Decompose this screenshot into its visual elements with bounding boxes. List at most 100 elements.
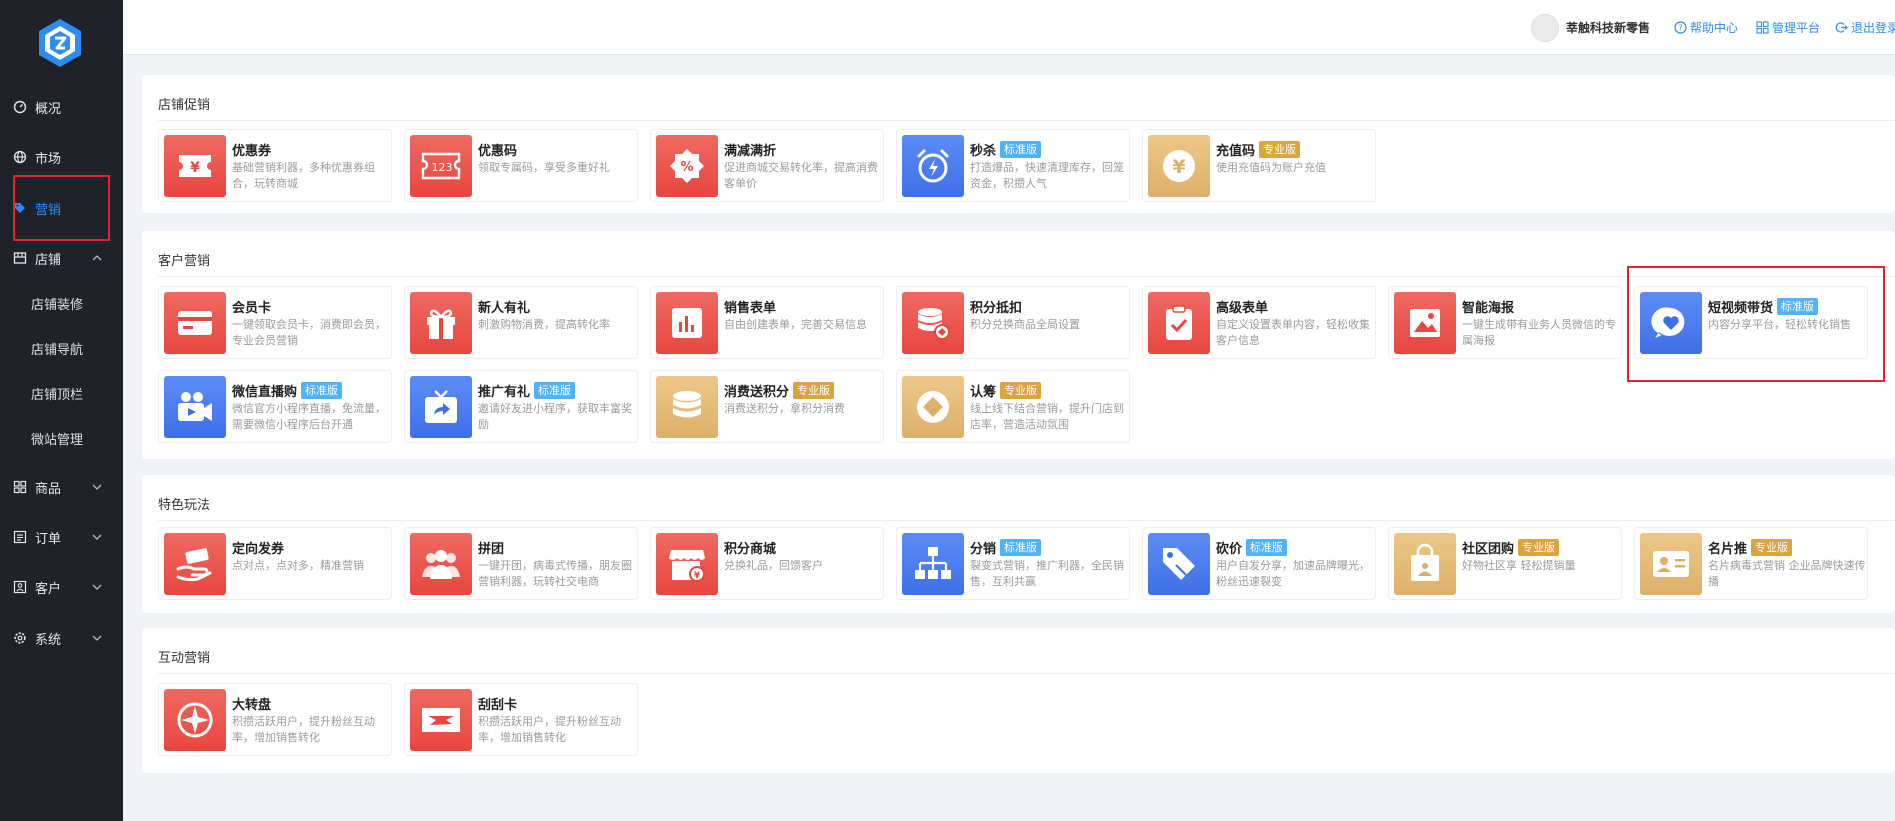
logo[interactable] (34, 17, 86, 69)
card-name: 优惠券 (232, 144, 272, 159)
card-advanced-form[interactable]: 高级表单 自定义设置表单内容，轻松收集客户信息 (1142, 286, 1376, 359)
code-ticket-icon: 123 (410, 135, 472, 197)
sidebar: 概况 市场 营销 店铺 店铺装修 店铺导航 店铺顶栏 微站管理 商品 订单 客户… (0, 0, 123, 821)
card-name: 拼团 (478, 542, 505, 557)
sidebar-item-customers[interactable]: 客户 (0, 572, 123, 602)
card-lucky-wheel[interactable]: 大转盘 积攒活跃用户，提升粉丝互动率，增加销售转化 (158, 683, 392, 756)
card-desc: 基础营销利器，多种优惠券组合，玩转商城 (232, 161, 375, 190)
card-group-buy[interactable]: 拼团 一键开团，病毒式传播，朋友圈营销利器，玩转社交电商 (404, 527, 638, 600)
card-name: 新人有礼 (478, 301, 531, 316)
sidebar-subitem-microsite[interactable]: 微站管理 (0, 425, 123, 451)
admin-platform-link[interactable]: 管理平台 (1756, 19, 1820, 36)
card-wechat-live[interactable]: 微信直播购 标准版 微信官方小程序直播，免流量，需要微信小程序后台开通 (158, 370, 392, 443)
svg-text:?: ? (1678, 24, 1682, 33)
globe-icon (13, 150, 27, 164)
sidebar-item-store[interactable]: 店铺 (0, 243, 123, 273)
badge-pro: 专业版 (1259, 141, 1301, 158)
card-distribution[interactable]: 分销 标准版 裂变式营销，推广利器，全民销售，互利共赢 (896, 527, 1130, 600)
card-name: 微信直播购 标准版 (232, 381, 343, 400)
sidebar-item-overview[interactable]: 概况 (0, 92, 123, 122)
video-camera-icon (164, 376, 226, 438)
card-spend-get-points[interactable]: 消费送积分 专业版 消费送积分，拿积分消费 (650, 370, 884, 443)
section-customer-marketing: 客户营销 会员卡 一键领取会员卡，消费即会员，专业会员营销 新人有礼 刺激购物消… (142, 231, 1895, 459)
sidebar-item-label: 店铺 (35, 252, 62, 268)
card-sales-form[interactable]: 销售表单 自由创建表单，完善交易信息 (650, 286, 884, 359)
store-icon (13, 251, 27, 265)
card-crowdfunding[interactable]: 认筹 专业版 线上线下结合营销，提升门店到店率，营造活动氛围 (896, 370, 1130, 443)
ticket-icon: ¥ (164, 135, 226, 197)
bag-icon (1394, 533, 1456, 595)
sidebar-subitem-store-decoration[interactable]: 店铺装修 (0, 290, 123, 316)
card-name: 定向发券 (232, 542, 285, 557)
card-points-mall[interactable]: ¥ 积分商城 兑换礼品，回馈客户 (650, 527, 884, 600)
card-name: 消费送积分 专业版 (724, 381, 835, 400)
user-icon (13, 580, 27, 594)
section-store-promotion: 店铺促销 ¥ 优惠券 基础营销利器，多种优惠券组合，玩转商城 123 优惠码 领… (142, 75, 1895, 213)
card-recharge-code[interactable]: ¥ 充值码 专业版 使用充值码为账户充值 (1142, 129, 1376, 202)
card-name: 分销 标准版 (970, 538, 1042, 557)
logo-icon (39, 19, 81, 67)
chevron-down-icon (91, 632, 103, 644)
card-desc: 线上线下结合营销，提升门店到店率，营造活动氛围 (970, 402, 1124, 431)
group-icon (410, 533, 472, 595)
card-name: 高级表单 (1216, 301, 1269, 316)
sidebar-item-label: 营销 (35, 202, 62, 218)
price-tag-icon (1148, 533, 1210, 595)
sidebar-item-marketing[interactable]: 营销 (0, 193, 123, 223)
card-desc: 积攒活跃用户，提升粉丝互动率，增加销售转化 (478, 715, 621, 744)
card-name: 充值码 专业版 (1216, 140, 1301, 159)
badge-standard: 标准版 (534, 382, 576, 399)
card-membership-card[interactable]: 会员卡 一键领取会员卡，消费即会员，专业会员营销 (158, 286, 392, 359)
card-flash-sale[interactable]: 秒杀 标准版 打造爆品，快速清理库存，回笼资金，积攒人气 (896, 129, 1130, 202)
sidebar-subitem-store-topbar[interactable]: 店铺顶栏 (0, 380, 123, 406)
sidebar-item-orders[interactable]: 订单 (0, 522, 123, 552)
card-coupon-code[interactable]: 123 优惠码 领取专属码，享受多重好礼 (404, 129, 638, 202)
help-center-link[interactable]: ? 帮助中心 (1674, 19, 1738, 36)
svg-text:123: 123 (432, 161, 453, 174)
gift-icon (410, 292, 472, 354)
card-desc: 用户自发分享，加速品牌曝光，粉丝迅速裂变 (1216, 559, 1370, 588)
yen-coin-icon: ¥ (1148, 135, 1210, 197)
card-name: 社区团购 专业版 (1462, 538, 1560, 557)
sidebar-item-products[interactable]: 商品 (0, 472, 123, 502)
card-community-group-buy[interactable]: 社区团购 专业版 好物社区享 轻松提销量 (1388, 527, 1622, 600)
card-desc: 一键开团，病毒式传播，朋友圈营销利器，玩转社交电商 (478, 559, 632, 588)
card-bargain[interactable]: 砍价 标准版 用户自发分享，加速品牌曝光，粉丝迅速裂变 (1142, 527, 1376, 600)
badge-standard: 标准版 (1000, 141, 1042, 158)
card-coupon[interactable]: ¥ 优惠券 基础营销利器，多种优惠券组合，玩转商城 (158, 129, 392, 202)
card-smart-poster[interactable]: 智能海报 一键生成带有业务人员微信的专属海报 (1388, 286, 1622, 359)
badge-standard: 标准版 (1777, 298, 1819, 315)
card-short-video-sales[interactable]: 短视频带货 标准版 内容分享平台，轻松转化销售 (1634, 286, 1868, 359)
card-desc: 一键生成带有业务人员微信的专属海报 (1462, 318, 1616, 347)
section-title: 店铺促销 (158, 98, 211, 113)
card-newcomer-gift[interactable]: 新人有礼 刺激购物消费，提高转化率 (404, 286, 638, 359)
badge-pro: 专业版 (1751, 539, 1793, 556)
card-targeted-coupon[interactable]: 定向发券 点对点，点对多，精准营销 (158, 527, 392, 600)
card-desc: 使用充值码为账户充值 (1216, 161, 1326, 174)
sidebar-item-market[interactable]: 市场 (0, 142, 123, 172)
card-points-deduction[interactable]: 积分抵扣 积分兑换商品全局设置 (896, 286, 1130, 359)
list-icon (13, 530, 27, 544)
badge-standard: 标准版 (1000, 539, 1042, 556)
card-scratch-card[interactable]: 刮刮卡 积攒活跃用户，提升粉丝互动率，增加销售转化 (404, 683, 638, 756)
sidebar-item-label: 概况 (35, 101, 62, 117)
card-desc: 兑换礼品，回馈客户 (724, 559, 823, 572)
sidebar-item-system[interactable]: 系统 (0, 623, 123, 653)
svg-text:¥: ¥ (190, 160, 200, 176)
store-avatar[interactable] (1531, 14, 1559, 42)
card-full-discount[interactable]: % 满减满折 促进商城交易转化率，提高消费客单价 (650, 129, 884, 202)
percent-icon: % (656, 135, 718, 197)
card-business-card-promo[interactable]: 名片推 专业版 名片病毒式营销 企业品牌快速传播 (1634, 527, 1868, 600)
share-tv-icon (410, 376, 472, 438)
card-name: 优惠码 (478, 144, 518, 159)
card-desc: 裂变式营销，推广利器，全民销售，互利共赢 (970, 559, 1124, 588)
badge-standard: 标准版 (1246, 539, 1288, 556)
sidebar-subitem-store-navigation[interactable]: 店铺导航 (0, 335, 123, 361)
card-desc: 打造爆品，快速清理库存，回笼资金，积攒人气 (970, 161, 1124, 190)
bar-chart-icon (656, 292, 718, 354)
svg-text:%: % (680, 160, 693, 175)
card-name: 积分商城 (724, 542, 777, 557)
logout-link[interactable]: 退出登录 (1835, 19, 1895, 36)
section-title: 客户营销 (158, 254, 211, 269)
card-referral-reward[interactable]: 推广有礼 标准版 邀请好友进小程序，获取丰富奖励 (404, 370, 638, 443)
